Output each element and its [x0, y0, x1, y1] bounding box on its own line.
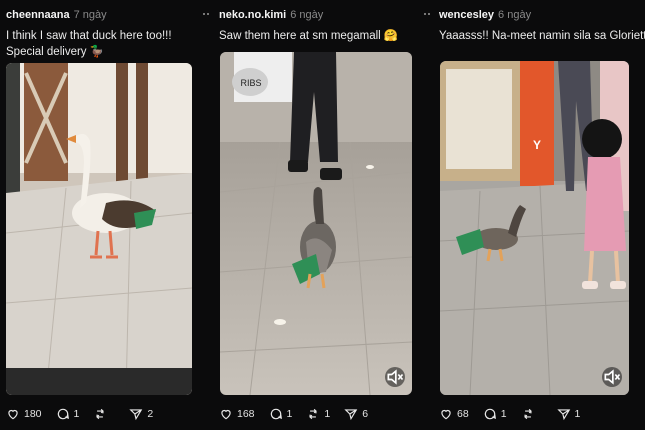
username[interactable]: wencesley: [439, 9, 494, 21]
speaker-muted-icon: [604, 369, 621, 385]
comment-icon: [270, 408, 282, 420]
mute-button[interactable]: [385, 367, 405, 387]
post-caption: I think I saw that duck here too!!! Spec…: [6, 30, 172, 58]
username[interactable]: cheennaana: [6, 9, 70, 21]
post-card: neko.no.kimi 6 ngày Saw them here at sm m…: [213, 0, 429, 430]
post-actions: 180 1 2: [6, 406, 167, 422]
repost-icon: [309, 408, 318, 420]
post-actions: 68 1 1: [439, 406, 594, 422]
post-header: neko.no.kimi 6 ngày: [219, 9, 323, 22]
duck-on-mall-floor-image: [6, 63, 192, 395]
repost-button[interactable]: [521, 407, 543, 421]
speaker-muted-icon: [387, 369, 404, 385]
store-sign-text: Y: [533, 138, 541, 152]
share-count: 2: [147, 408, 154, 420]
like-button[interactable]: 68: [439, 407, 469, 421]
repost-icon: [96, 408, 105, 420]
send-icon: [129, 409, 143, 421]
post-time: 6 ngày: [498, 9, 532, 21]
post-card: cheennaana 7 ngày I think I saw that duck…: [0, 0, 210, 430]
post-header: cheennaana 7 ngày: [6, 9, 107, 22]
post-caption: Yaaasss!! Na-meet namin sila sa Gloriett…: [439, 30, 645, 42]
repost-icon: [523, 408, 532, 420]
like-count: 68: [457, 408, 469, 420]
bag-text: RIBS: [240, 78, 261, 88]
like-button[interactable]: 168: [219, 407, 255, 421]
post-card: wencesley 6 ngày Yaaasss!! Na-meet namin …: [433, 0, 645, 430]
like-count: 168: [237, 408, 255, 420]
comment-count: 1: [73, 408, 80, 420]
post-header: wencesley 6 ngày: [439, 9, 531, 22]
post-video[interactable]: Y: [440, 61, 629, 395]
repost-count: 1: [324, 408, 331, 420]
post-time: 6 ngày: [290, 9, 324, 21]
share-count: 1: [574, 408, 581, 420]
mute-button[interactable]: [602, 367, 622, 387]
comment-count: 1: [500, 408, 507, 420]
send-icon: [556, 409, 570, 421]
share-button[interactable]: 6: [344, 407, 368, 421]
send-icon: [344, 409, 358, 421]
post-video[interactable]: RIBS: [220, 52, 412, 395]
post-time: 7 ngày: [73, 9, 107, 21]
heart-icon: [441, 409, 451, 420]
share-button[interactable]: 2: [129, 407, 153, 421]
duck-with-child-image: Y: [440, 61, 629, 395]
comment-button[interactable]: 1: [483, 407, 507, 421]
duck-following-person-image: RIBS: [220, 52, 412, 395]
comment-icon: [484, 408, 496, 420]
comment-icon: [57, 408, 69, 420]
username[interactable]: neko.no.kimi: [219, 9, 286, 21]
comment-count: 1: [286, 408, 293, 420]
heart-icon: [8, 409, 18, 420]
threads-feed: cheennaana 7 ngày I think I saw that duck…: [0, 0, 645, 430]
repost-button[interactable]: 1: [306, 407, 330, 421]
like-button[interactable]: 180: [6, 407, 42, 421]
heart-icon: [221, 409, 231, 420]
comment-button[interactable]: 1: [269, 407, 293, 421]
post-video[interactable]: [6, 63, 192, 395]
share-button[interactable]: 1: [556, 407, 581, 421]
comment-button[interactable]: 1: [56, 407, 80, 421]
like-count: 180: [24, 408, 42, 420]
post-caption: Saw them here at sm megamall 🤗: [219, 30, 399, 42]
share-count: 6: [362, 408, 369, 420]
post-actions: 168 1 1 6: [219, 406, 382, 422]
repost-button[interactable]: [93, 407, 115, 421]
